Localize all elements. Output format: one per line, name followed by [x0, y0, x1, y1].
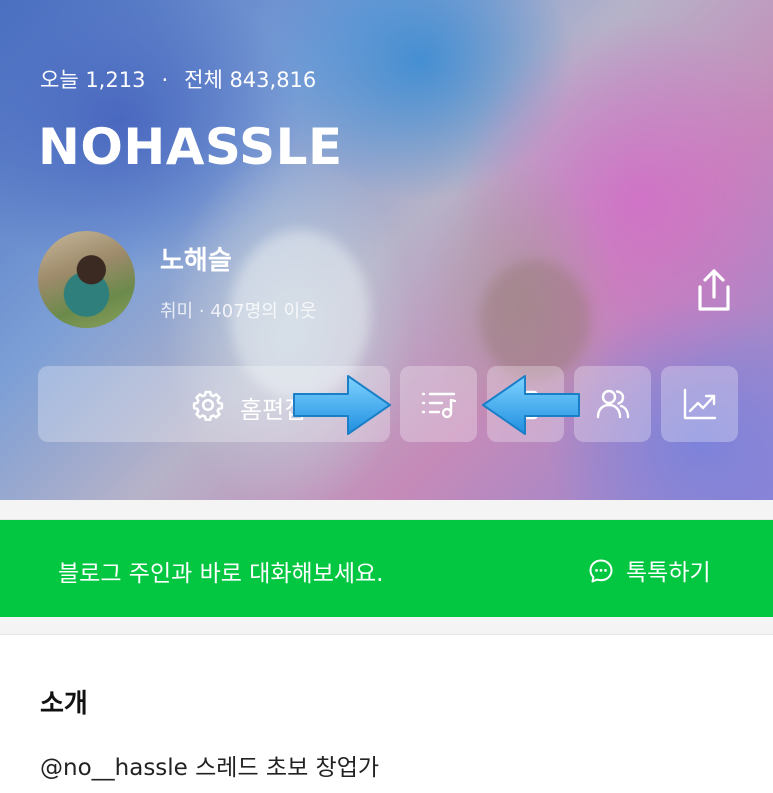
blog-title: NOHASSLE [38, 118, 343, 176]
talktalk-button[interactable]: 톡톡하기 [588, 553, 711, 587]
intro-heading: 소개 [40, 689, 88, 719]
left-arrow-annotation-icon [482, 375, 580, 435]
stats-total: 전체 843,816 [184, 68, 317, 92]
share-icon [698, 269, 730, 311]
neighbors-icon [596, 389, 630, 419]
gear-icon [192, 390, 224, 422]
profile-meta: 취미 · 407명의 이웃 [160, 301, 317, 322]
chat-bubble-icon [589, 559, 613, 583]
stats-button[interactable] [661, 366, 738, 442]
profile-hero: 오늘 1,213 · 전체 843,816 NOHASSLE 노해슬 취미 · 40… [0, 0, 773, 500]
talktalk-banner[interactable]: 블로그 주인과 바로 대화해보세요. 톡톡하기 [0, 520, 773, 617]
playlist-button[interactable] [400, 366, 477, 442]
playlist-icon [421, 392, 457, 419]
share-button[interactable] [692, 265, 736, 315]
visitor-stats: 오늘 1,213 · 전체 843,816 [40, 64, 316, 94]
talktalk-label: 톡톡하기 [626, 560, 711, 586]
neighbors-button[interactable] [574, 366, 651, 442]
right-arrow-annotation-icon [293, 375, 391, 435]
profile-name[interactable]: 노해슬 [160, 240, 232, 277]
stats-today: 오늘 1,213 [40, 68, 146, 92]
background-swirl [480, 260, 590, 380]
avatar[interactable] [38, 231, 135, 328]
stats-chart-icon [683, 388, 717, 420]
section-divider [0, 500, 773, 520]
section-divider [0, 617, 773, 635]
talktalk-message: 블로그 주인과 바로 대화해보세요. [58, 561, 384, 587]
intro-text: @no__hassle 스레드 초보 창업가 [40, 755, 380, 781]
stats-separator: · [161, 68, 169, 92]
